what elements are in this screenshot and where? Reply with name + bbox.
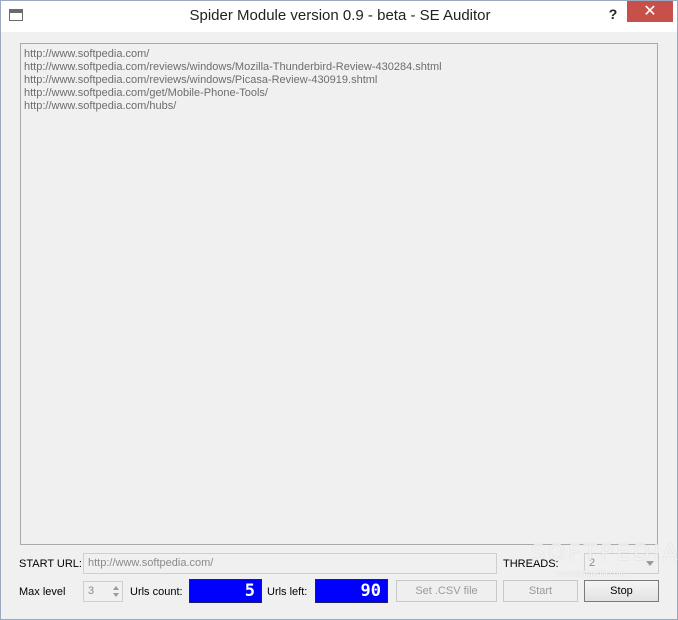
spin-up-icon[interactable] xyxy=(113,586,119,590)
max-level-spinbox[interactable]: 3 xyxy=(83,581,123,602)
spin-down-icon[interactable] xyxy=(113,593,119,597)
start-url-label: START URL: xyxy=(19,558,82,570)
urls-count-display: 5 xyxy=(189,579,262,603)
log-line: http://www.softpedia.com/reviews/windows… xyxy=(24,74,378,86)
max-level-label: Max level xyxy=(19,586,66,598)
log-line: http://www.softpedia.com/get/Mobile-Phon… xyxy=(24,87,268,99)
title-bar[interactable]: Spider Module version 0.9 - beta - SE Au… xyxy=(1,1,677,32)
close-button[interactable]: ✕ xyxy=(627,1,673,22)
log-line: http://www.softpedia.com/ xyxy=(24,48,150,60)
softpedia-watermark: SOFTPEDIA xyxy=(531,541,678,566)
log-line: http://www.softpedia.com/hubs/ xyxy=(24,100,177,112)
urls-left-display: 90 xyxy=(315,579,388,603)
crawl-log-list[interactable]: http://www.softpedia.com/ http://www.sof… xyxy=(20,43,658,545)
stop-button[interactable]: Stop xyxy=(584,580,659,602)
urls-count-label: Urls count: xyxy=(130,586,183,598)
log-line: http://www.softpedia.com/reviews/windows… xyxy=(24,61,442,73)
help-button[interactable]: ? xyxy=(605,4,621,24)
start-button[interactable]: Start xyxy=(503,580,578,602)
window-title: Spider Module version 0.9 - beta - SE Au… xyxy=(189,7,491,24)
set-csv-button[interactable]: Set .CSV file xyxy=(396,580,497,602)
max-level-value: 3 xyxy=(88,585,95,597)
start-url-input[interactable]: http://www.softpedia.com/ xyxy=(83,553,497,574)
spider-module-window: Spider Module version 0.9 - beta - SE Au… xyxy=(0,0,678,620)
urls-left-label: Urls left: xyxy=(267,586,308,598)
softpedia-watermark-url: www.softpedia.com xyxy=(556,569,625,578)
